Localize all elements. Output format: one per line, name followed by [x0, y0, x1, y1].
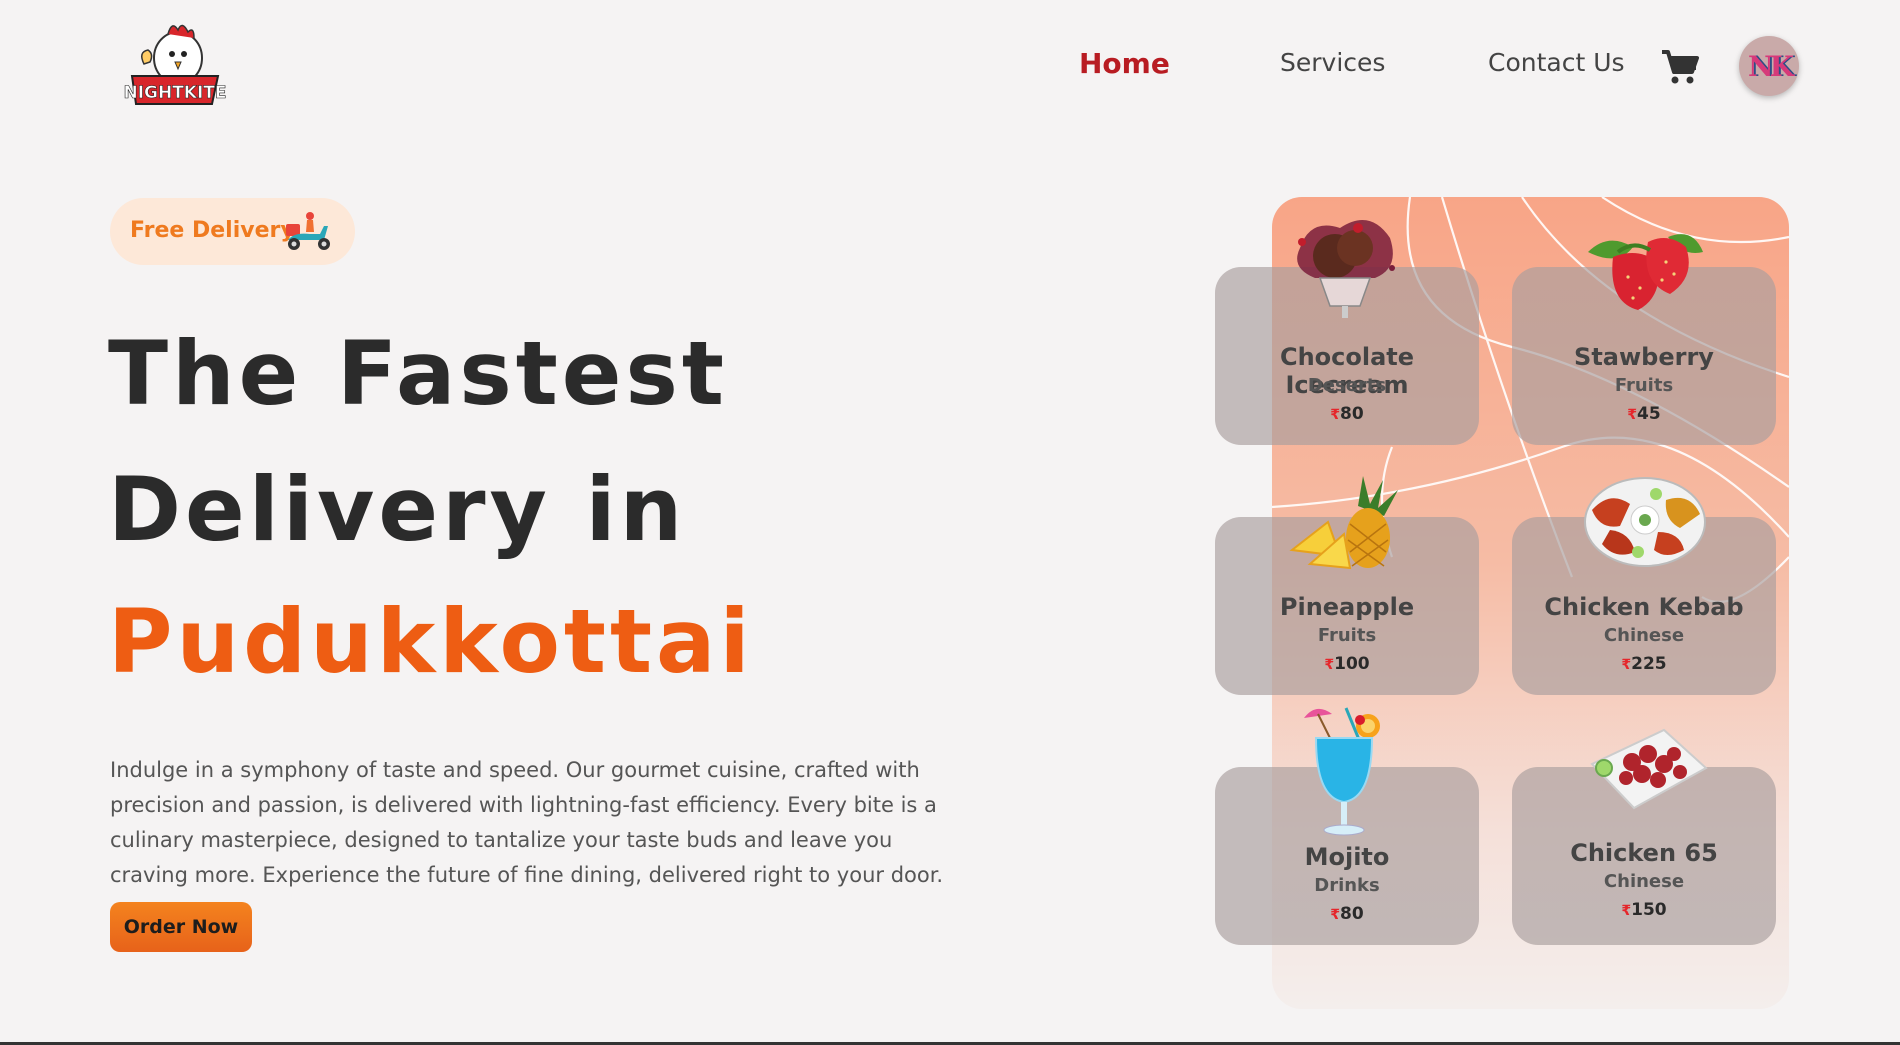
- menu-item-name: Pineapple: [1279, 593, 1415, 621]
- user-avatar[interactable]: NK: [1739, 36, 1799, 96]
- order-now-button[interactable]: Order Now: [110, 902, 252, 952]
- menu-item-price: ₹225: [1621, 654, 1667, 674]
- logo-text: NIGHTKITE: [123, 83, 226, 103]
- menu-item-category: Chinese: [1603, 871, 1685, 892]
- hero-title-line-1: The Fastest: [108, 322, 728, 425]
- pineapple-icon: [1288, 476, 1408, 577]
- hero-description: Indulge in a symphony of taste and speed…: [110, 758, 944, 887]
- menu-item-price: ₹45: [1627, 404, 1661, 424]
- hero-title-line-2: Delivery in: [108, 458, 687, 561]
- strawberry-icon: [1578, 222, 1708, 317]
- delivery-scooter-icon: [280, 210, 336, 254]
- menu-item-category: Drinks: [1314, 875, 1380, 896]
- mojito-glass-icon: [1296, 698, 1396, 848]
- kebab-platter-icon: [1580, 470, 1710, 575]
- chicken-65-plate-icon: [1582, 724, 1712, 819]
- free-delivery-label: Free Delivery: [130, 218, 295, 243]
- ice-cream-icon: [1280, 208, 1410, 333]
- hero-title-city: Pudukkottai: [108, 590, 754, 693]
- nav-contact-us[interactable]: Contact Us: [1488, 48, 1625, 77]
- nightkite-logo[interactable]: NIGHTKITE: [120, 18, 230, 114]
- cart-icon[interactable]: [1660, 48, 1700, 86]
- menu-item-category: Fruits: [1614, 375, 1674, 396]
- free-delivery-badge: Free Delivery: [110, 198, 355, 265]
- menu-item-price: ₹80: [1330, 904, 1364, 924]
- menu-item-category: Fruits: [1317, 625, 1377, 646]
- nav-home[interactable]: Home: [1079, 47, 1170, 80]
- menu-item-category: Deserts: [1307, 375, 1387, 396]
- menu-item-price: ₹100: [1324, 654, 1370, 674]
- menu-item-name: Stawberry: [1574, 343, 1714, 371]
- avatar-initials: NK: [1748, 49, 1794, 83]
- nav-services[interactable]: Services: [1280, 48, 1385, 77]
- menu-item-price: ₹80: [1330, 404, 1364, 424]
- menu-item-name: Chicken 65: [1570, 839, 1718, 867]
- menu-item-name: Chicken Kebab: [1544, 593, 1744, 621]
- menu-item-price: ₹150: [1621, 900, 1667, 920]
- menu-item-category: Chinese: [1603, 625, 1685, 646]
